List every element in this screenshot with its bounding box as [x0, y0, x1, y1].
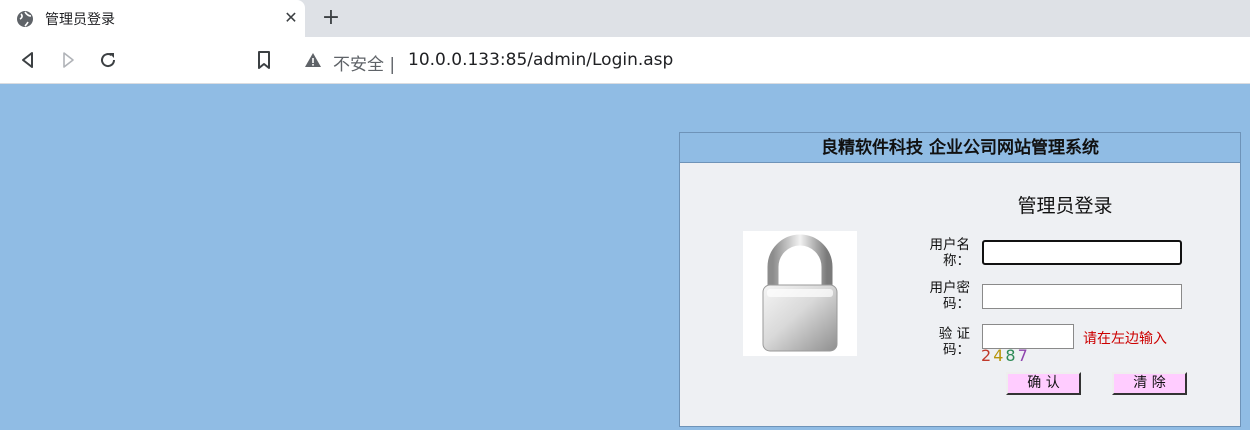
security-label: 不安全 | [333, 55, 396, 75]
tab-active[interactable]: 管理员登录 ✕ [0, 0, 305, 37]
captcha-digit: 8 [1005, 346, 1018, 365]
tab-strip: 管理员登录 ✕ + [0, 0, 1250, 37]
padlock-icon [743, 231, 857, 356]
captcha-digit: 7 [1017, 346, 1030, 365]
password-label: 用户密 码： [929, 280, 971, 312]
back-icon[interactable] [18, 50, 38, 70]
username-label: 用户名 称： [929, 237, 971, 269]
tab-close-icon[interactable]: ✕ [282, 9, 300, 27]
confirm-button[interactable]: 确 认 [1006, 372, 1081, 395]
password-input[interactable] [982, 284, 1182, 309]
captcha-digit: 4 [993, 346, 1006, 365]
username-input[interactable] [982, 240, 1182, 265]
clear-button[interactable]: 清 除 [1112, 372, 1187, 395]
url-text[interactable]: 10.0.0.133:85/admin/Login.asp [408, 50, 673, 70]
browser-toolbar: 不安全 | 10.0.0.133:85/admin/Login.asp [0, 37, 1250, 84]
captcha-label: 验 证 码： [938, 326, 970, 358]
system-title: 良精软件科技 企业公司网站管理系统 [680, 133, 1240, 163]
new-tab-button[interactable]: + [320, 7, 342, 29]
captcha-image[interactable]: 2487 [981, 346, 1030, 365]
captcha-digit: 2 [981, 346, 994, 365]
warning-icon[interactable] [304, 51, 322, 69]
captcha-hint: 请在左边输入 [1083, 331, 1167, 347]
address-bar[interactable]: 不安全 | 10.0.0.133:85/admin/Login.asp [292, 43, 1250, 77]
globe-icon [16, 10, 34, 28]
reload-icon[interactable] [98, 50, 118, 70]
tab-title: 管理员登录 [45, 12, 115, 28]
forward-icon[interactable] [58, 50, 78, 70]
login-heading: 管理员登录 [1017, 195, 1113, 217]
bookmark-icon[interactable] [254, 50, 274, 70]
login-panel: 良精软件科技 企业公司网站管理系统 管理员登录 用户名 称： 用户密 码： 验 … [679, 132, 1241, 427]
